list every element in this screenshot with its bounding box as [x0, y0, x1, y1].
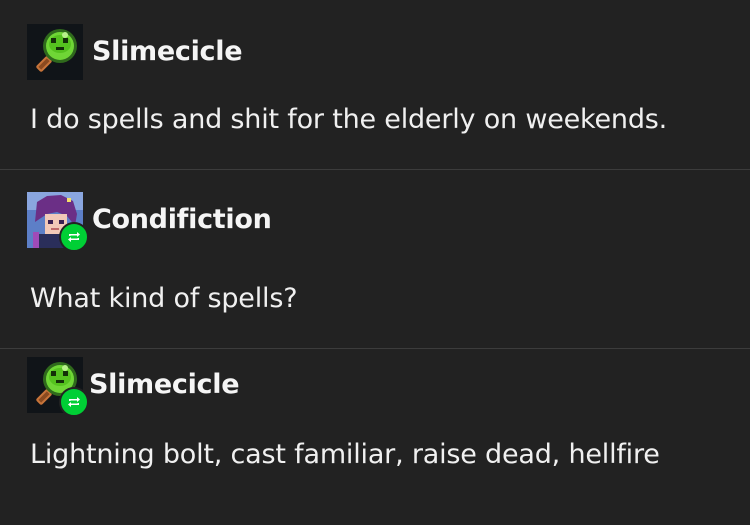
avatar[interactable]: [27, 24, 83, 80]
reblog-icon: [68, 232, 80, 242]
reblog-icon: [68, 397, 80, 407]
username[interactable]: Condifiction: [92, 204, 272, 235]
post-condifiction-reblog: Condifiction What kind of spells?: [0, 170, 750, 348]
post-text: Lightning bolt, cast familiar, raise dea…: [30, 439, 660, 470]
username[interactable]: Slimecicle: [89, 369, 240, 400]
post-slimecicle-reblog: Slimecicle Lightning bolt, cast familiar…: [0, 349, 750, 525]
reblog-badge: [59, 387, 89, 417]
post-slimecicle-original: Slimecicle I do spells and shit for the …: [0, 0, 750, 169]
slime-magnifier-icon: [27, 24, 83, 80]
avatar[interactable]: [27, 357, 89, 417]
post-text: What kind of spells?: [30, 283, 298, 314]
post-header: Slimecicle: [27, 24, 243, 80]
reblog-thread: Slimecicle I do spells and shit for the …: [0, 0, 750, 525]
avatar[interactable]: [27, 192, 89, 252]
post-text: I do spells and shit for the elderly on …: [30, 104, 668, 135]
reblog-badge: [59, 222, 89, 252]
username[interactable]: Slimecicle: [92, 36, 243, 67]
post-header: Condifiction: [27, 192, 272, 252]
post-header: Slimecicle: [27, 357, 240, 417]
